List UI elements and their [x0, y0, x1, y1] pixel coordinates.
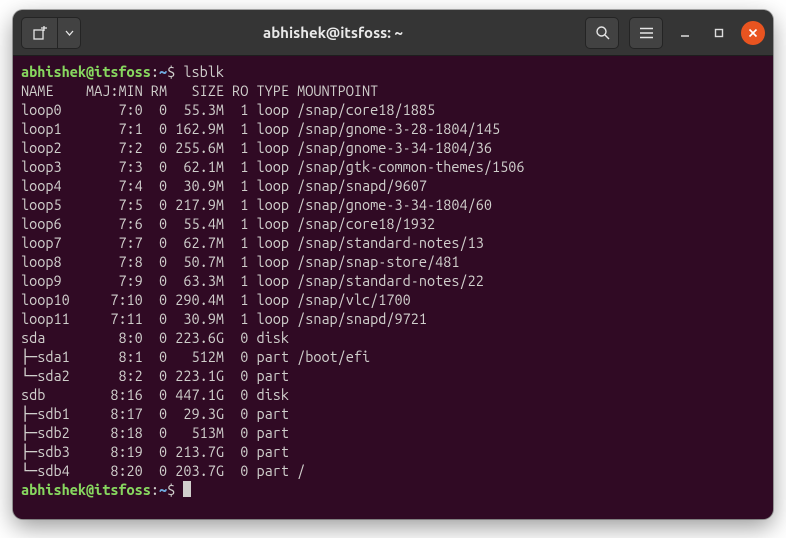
prompt-line-1: abhishek@itsfoss:~$ lsblk: [21, 62, 765, 81]
lsblk-row: loop4 7:4 0 30.9M 1 loop /snap/snapd/960…: [21, 176, 765, 195]
menu-button[interactable]: [629, 17, 663, 49]
prompt-user-host: abhishek@itsfoss: [21, 63, 151, 80]
close-button[interactable]: [741, 21, 765, 45]
maximize-button[interactable]: [707, 21, 731, 45]
lsblk-row: loop2 7:2 0 255.6M 1 loop /snap/gnome-3-…: [21, 138, 765, 157]
command-text: lsblk: [175, 63, 224, 80]
lsblk-row: loop10 7:10 0 290.4M 1 loop /snap/vlc/17…: [21, 290, 765, 309]
minimize-button[interactable]: [673, 21, 697, 45]
prompt-line-2: abhishek@itsfoss:~$: [21, 480, 765, 499]
terminal-body[interactable]: abhishek@itsfoss:~$ lsblk NAME MAJ:MIN R…: [13, 56, 773, 519]
search-icon: [595, 25, 610, 40]
new-tab-icon: [33, 26, 47, 40]
prompt-colon: :: [151, 63, 159, 80]
lsblk-header: NAME MAJ:MIN RM SIZE RO TYPE MOUNTPOINT: [21, 81, 765, 100]
new-tab-dropdown-button[interactable]: [57, 17, 81, 49]
lsblk-output: loop0 7:0 0 55.3M 1 loop /snap/core18/18…: [21, 100, 765, 480]
close-icon: [748, 28, 758, 38]
lsblk-row: sdb 8:16 0 447.1G 0 disk: [21, 385, 765, 404]
lsblk-row: loop1 7:1 0 162.9M 1 loop /snap/gnome-3-…: [21, 119, 765, 138]
search-button[interactable]: [585, 17, 619, 49]
terminal-window: abhishek@itsfoss: ~ abhishek@itsfoss:~$ …: [13, 10, 773, 519]
lsblk-row: ├─sdb2 8:18 0 513M 0 part: [21, 423, 765, 442]
lsblk-row: ├─sdb1 8:17 0 29.3G 0 part: [21, 404, 765, 423]
lsblk-row: loop3 7:3 0 62.1M 1 loop /snap/gtk-commo…: [21, 157, 765, 176]
lsblk-row: loop0 7:0 0 55.3M 1 loop /snap/core18/18…: [21, 100, 765, 119]
cursor: [183, 481, 191, 497]
lsblk-row: ├─sda1 8:1 0 512M 0 part /boot/efi: [21, 347, 765, 366]
lsblk-row: loop6 7:6 0 55.4M 1 loop /snap/core18/19…: [21, 214, 765, 233]
minimize-icon: [679, 27, 691, 39]
lsblk-row: loop11 7:11 0 30.9M 1 loop /snap/snapd/9…: [21, 309, 765, 328]
lsblk-row: loop8 7:8 0 50.7M 1 loop /snap/snap-stor…: [21, 252, 765, 271]
lsblk-row: loop5 7:5 0 217.9M 1 loop /snap/gnome-3-…: [21, 195, 765, 214]
window-title: abhishek@itsfoss: ~: [87, 24, 579, 41]
lsblk-row: ├─sdb3 8:19 0 213.7G 0 part: [21, 442, 765, 461]
new-tab-button[interactable]: [21, 17, 57, 49]
hamburger-icon: [639, 27, 654, 39]
chevron-down-icon: [65, 30, 74, 36]
titlebar-left-group: [21, 17, 81, 49]
lsblk-row: └─sda2 8:2 0 223.1G 0 part: [21, 366, 765, 385]
lsblk-row: loop7 7:7 0 62.7M 1 loop /snap/standard-…: [21, 233, 765, 252]
maximize-icon: [713, 27, 725, 39]
titlebar-right-group: [585, 17, 765, 49]
lsblk-row: └─sdb4 8:20 0 203.7G 0 part /: [21, 461, 765, 480]
lsblk-row: loop9 7:9 0 63.3M 1 loop /snap/standard-…: [21, 271, 765, 290]
prompt-path: ~: [159, 63, 167, 80]
titlebar: abhishek@itsfoss: ~: [13, 10, 773, 56]
lsblk-row: sda 8:0 0 223.6G 0 disk: [21, 328, 765, 347]
